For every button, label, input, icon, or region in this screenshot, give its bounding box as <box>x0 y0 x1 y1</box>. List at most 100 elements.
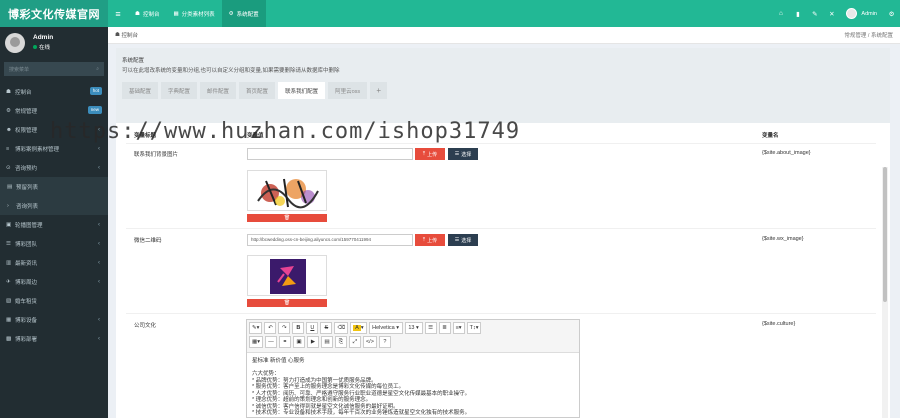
chevron-left-icon: ‹ <box>98 316 100 323</box>
search-icon[interactable]: ⌕ <box>96 66 99 72</box>
config-tab[interactable]: 首页配置 <box>239 82 276 99</box>
font-size-select[interactable]: 13 ▾ <box>404 322 423 334</box>
nav-tab-dashboard[interactable]: ☗ 控制台 <box>128 0 166 27</box>
eraser-icon[interactable]: ⌫ <box>334 322 349 334</box>
menu-badge: hot <box>89 87 102 95</box>
settings-icon[interactable]: ⚙ <box>883 10 900 18</box>
column-header: 变量名 <box>762 133 779 139</box>
strikethrough-button[interactable]: S <box>320 322 333 334</box>
sidebar-item[interactable]: ▥ 最新资讯 ‹ <box>0 253 108 272</box>
editor-toolbar: ✎▾ ↶ ↷ B U S ⌫ A ▾ Helvetica ▾ 13 ▾ ☰ ≣ ≡… <box>247 320 579 353</box>
attachment-icon[interactable]: ⎘ <box>334 336 347 348</box>
menu-icon: › <box>7 202 9 209</box>
align-icon[interactable]: ≡▾ <box>452 322 465 334</box>
sidebar-item-label: 权限管理 <box>15 127 38 134</box>
sidebar-item[interactable]: ✈ 博彩周边 ‹ <box>0 272 108 291</box>
delete-image-button[interactable]: 🗑 <box>247 299 327 307</box>
fullscreen-icon[interactable]: ⤢ <box>348 336 361 348</box>
sidebar-item[interactable]: ☻ 权限管理 ‹ <box>0 120 108 139</box>
sidebar-menu: ☗ 控制台 hot ⚙ 常规管理 new ☻ 权限管理 ‹ ≡ 博彩案例素材管理 ‹ ⊙ 咨询预约 ‹ ▤ 预留… <box>0 82 108 348</box>
trash-icon[interactable]: ▮ <box>789 10 806 18</box>
delete-image-button[interactable]: 🗑 <box>247 214 327 222</box>
unordered-list-icon[interactable]: ☰ <box>424 322 437 334</box>
user-menu[interactable]: Admin <box>840 8 883 19</box>
select-button[interactable]: ☰ 选择 <box>448 148 478 160</box>
menu-icon: ▣ <box>6 221 12 228</box>
image-icon[interactable]: ▣ <box>292 336 305 348</box>
horizontal-rule-icon[interactable]: — <box>264 336 277 348</box>
redo-icon[interactable]: ↷ <box>278 322 291 334</box>
rich-text-editor[interactable]: ✎▾ ↶ ↷ B U S ⌫ A ▾ Helvetica ▾ 13 ▾ ☰ ≣ ≡… <box>246 319 580 418</box>
grid-icon: ▦ <box>173 10 179 17</box>
sidebar-item[interactable]: ▣ 轮播图管理 ‹ <box>0 215 108 234</box>
video-icon[interactable]: ▶ <box>306 336 319 348</box>
language-icon[interactable]: ✎ <box>806 10 823 18</box>
sidebar-item[interactable]: ≡ 博彩案例素材管理 ‹ <box>0 139 108 158</box>
sidebar-item[interactable]: ▦ 博彩设备 ‹ <box>0 310 108 329</box>
editor-content[interactable]: 星标准 新价值 心服务 六大优势： * 品牌优势：努力打造成为中国第一优质服务品牌。… <box>247 353 579 417</box>
add-tab-button[interactable]: + <box>370 82 388 99</box>
upload-button[interactable]: ⤒ 上传 <box>415 148 445 160</box>
line-height-icon[interactable]: T↕▾ <box>466 322 482 334</box>
code-view-icon[interactable]: </> <box>362 336 377 348</box>
menu-icon: ☗ <box>6 88 11 95</box>
about-image-field[interactable] <box>247 148 413 160</box>
font-family-select[interactable]: Helvetica ▾ <box>368 322 403 334</box>
select-button[interactable]: ☰ 选择 <box>448 234 478 246</box>
file-icon[interactable]: ▤ <box>320 336 333 348</box>
config-tab[interactable]: 基础配置 <box>122 82 159 99</box>
sidebar-item[interactable]: ⊙ 咨询预约 ‹ <box>0 158 108 177</box>
wx-image-field[interactable]: http://bcwedding.oss-cn-beijing.aliyuncs… <box>247 234 413 246</box>
search-input[interactable]: 搜索菜单 ⌕ <box>4 62 104 76</box>
scrollbar[interactable] <box>882 167 888 418</box>
sidebar-item[interactable]: ▩ 博彩部署 ‹ <box>0 329 108 348</box>
ordered-list-icon[interactable]: ≣ <box>438 322 451 334</box>
sidebar-item[interactable]: ▤ 预留列表 <box>0 177 108 196</box>
sidebar-item[interactable]: › 咨询列表 <box>0 196 108 215</box>
page-description: 可以在此增改系统的变量和分组,也可以自定义分组和变量,如果需要删除请从数据库中删… <box>122 68 340 74</box>
config-tab[interactable]: 联系我们配置 <box>278 82 326 99</box>
scrollbar-thumb[interactable] <box>883 167 887 302</box>
trash-icon: 🗑 <box>283 300 291 306</box>
menu-icon: ≡ <box>6 145 10 152</box>
config-tab[interactable]: 字典配置 <box>161 82 198 99</box>
undo-icon[interactable]: ↶ <box>264 322 277 334</box>
sidebar-item-label: 博彩团队 <box>15 241 38 248</box>
page-title: 系统配置 <box>122 58 145 64</box>
nav-tab-system-config[interactable]: ⚙ 系统配置 <box>221 0 266 27</box>
list-icon: ☰ <box>454 151 460 157</box>
sidebar-item[interactable]: ▧ 婚车租赁 <box>0 291 108 310</box>
menu-icon: ▥ <box>6 259 12 266</box>
artwork-thumbnail <box>248 171 326 210</box>
magic-wand-icon[interactable]: ✎▾ <box>249 322 263 334</box>
table-icon[interactable]: ▦▾ <box>249 336 263 348</box>
text-color-button[interactable]: A ▾ <box>350 322 367 334</box>
sidebar-user-name: Admin <box>33 34 54 41</box>
breadcrumb-home[interactable]: 控制台 <box>121 31 138 39</box>
config-tab[interactable]: 阿里云oss <box>328 82 368 99</box>
nav-tab-materials[interactable]: ▦ 分类素材列表 <box>166 0 221 27</box>
sidebar-item[interactable]: ⚙ 常规管理 new <box>0 101 108 120</box>
row-label: 公司文化 <box>134 323 157 329</box>
upload-button[interactable]: ⤒ 上传 <box>415 234 445 246</box>
upload-icon: ⤒ <box>422 237 426 243</box>
menu-toggle-icon[interactable]: ≡ <box>108 0 128 27</box>
menu-icon: ✈ <box>6 278 11 285</box>
chevron-left-icon: ‹ <box>98 145 100 152</box>
menu-icon: ☰ <box>6 240 11 247</box>
site-logo[interactable]: 博彩文化传媒官网 <box>0 0 108 27</box>
sidebar-item-label: 控制台 <box>15 89 32 96</box>
sidebar-item[interactable]: ☰ 博彩团队 ‹ <box>0 234 108 253</box>
help-icon[interactable]: ? <box>378 336 391 348</box>
user-name: Admin <box>861 10 877 17</box>
sidebar-item[interactable]: ☗ 控制台 hot <box>0 82 108 101</box>
link-icon[interactable]: ⚭ <box>278 336 291 348</box>
underline-button[interactable]: U <box>306 322 319 334</box>
config-tab[interactable]: 邮件配置 <box>200 82 237 99</box>
bold-button[interactable]: B <box>292 322 305 334</box>
home-icon[interactable]: ⌂ <box>772 10 789 17</box>
menu-icon: ⊙ <box>6 164 11 171</box>
fullscreen-icon[interactable]: ✕ <box>823 10 840 18</box>
column-header: 变量标题 <box>134 133 157 139</box>
row-divider <box>126 313 876 314</box>
